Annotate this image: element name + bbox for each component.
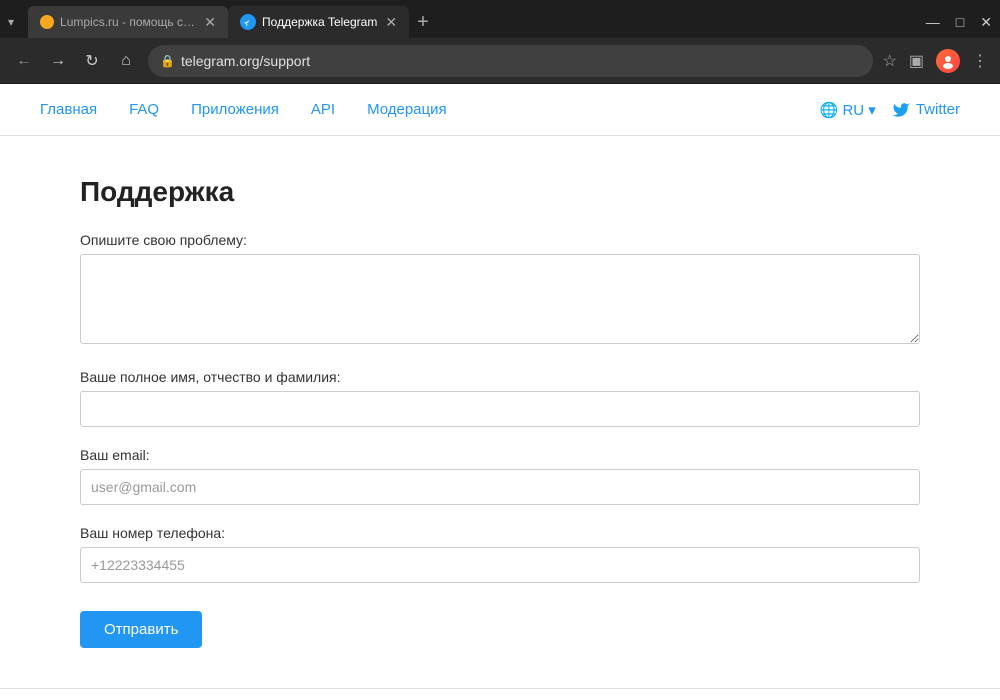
phone-group: Ваш номер телефона: [80,525,920,583]
nav-moderation[interactable]: Модерация [367,101,447,118]
tab-telegram-close[interactable]: ✕ [385,15,397,29]
language-selector[interactable]: 🌐 RU ▾ [820,101,876,119]
email-group: Ваш email: [80,447,920,505]
nav-apps[interactable]: Приложения [191,101,279,118]
nav-right: 🌐 RU ▾ Twitter [820,101,960,119]
browser-chrome: ▾ Lumpics.ru - помощь с компь... ✕ Подде… [0,0,1000,84]
phone-label: Ваш номер телефона: [80,525,920,541]
main-content: Поддержка Опишите свою проблему: Ваше по… [0,136,1000,688]
twitter-link[interactable]: Twitter [892,101,960,119]
url-bar[interactable]: 🔒 telegram.org/support [148,45,873,77]
twitter-icon [892,101,910,119]
page-footer: О TELEGRAM БЛОГ ДЛЯ СМИ МОДЕРАЦИЯ [0,688,1000,700]
name-input[interactable] [80,391,920,427]
problem-textarea[interactable] [80,254,920,344]
tab-lumpics-title: Lumpics.ru - помощь с компь... [60,15,196,29]
new-tab-button[interactable]: + [417,12,429,32]
tab-lumpics[interactable]: Lumpics.ru - помощь с компь... ✕ [28,6,228,38]
email-input[interactable] [80,469,920,505]
menu-button[interactable]: ⋮ [972,51,988,71]
address-bar: ← → ↻ ⌂ 🔒 telegram.org/support ☆ ▣ ⋮ [0,38,1000,84]
email-label: Ваш email: [80,447,920,463]
back-button[interactable]: ← [12,52,36,70]
maximize-button[interactable]: □ [956,14,964,30]
nav-api[interactable]: API [311,101,335,118]
tab-lumpics-close[interactable]: ✕ [204,15,216,29]
home-button[interactable]: ⌂ [114,52,138,70]
lumpics-favicon [40,15,54,29]
minimize-button[interactable]: — [926,14,940,30]
submit-button[interactable]: Отправить [80,611,202,648]
nav-links: Главная FAQ Приложения API Модерация [40,101,820,118]
page-content: Главная FAQ Приложения API Модерация 🌐 R… [0,84,1000,700]
problem-group: Опишите свою проблему: [80,232,920,349]
tab-telegram-title: Поддержка Telegram [262,15,377,29]
url-text: telegram.org/support [181,53,310,69]
phone-input[interactable] [80,547,920,583]
forward-button[interactable]: → [46,52,70,70]
tab-bar: ▾ Lumpics.ru - помощь с компь... ✕ Подде… [0,0,1000,38]
close-button[interactable]: ✕ [980,14,992,31]
name-group: Ваше полное имя, отчество и фамилия: [80,369,920,427]
name-label: Ваше полное имя, отчество и фамилия: [80,369,920,385]
window-controls-right: — □ ✕ [926,14,992,31]
profile-avatar[interactable] [936,49,960,73]
problem-label: Опишите свою проблему: [80,232,920,248]
page-title: Поддержка [80,176,920,208]
tab-telegram[interactable]: Поддержка Telegram ✕ [228,6,409,38]
window-controls-left: ▾ [8,15,20,29]
tab-dropdown[interactable]: ▾ [8,15,14,29]
reload-button[interactable]: ↻ [80,51,104,71]
site-nav: Главная FAQ Приложения API Модерация 🌐 R… [0,84,1000,136]
address-actions: ☆ ▣ ⋮ [883,49,988,73]
secure-icon: 🔒 [160,54,175,68]
bookmark-button[interactable]: ☆ [883,51,897,71]
nav-home[interactable]: Главная [40,101,97,118]
twitter-label: Twitter [916,101,960,118]
telegram-favicon [240,14,256,30]
nav-faq[interactable]: FAQ [129,101,159,118]
extensions-button[interactable]: ▣ [909,51,924,71]
